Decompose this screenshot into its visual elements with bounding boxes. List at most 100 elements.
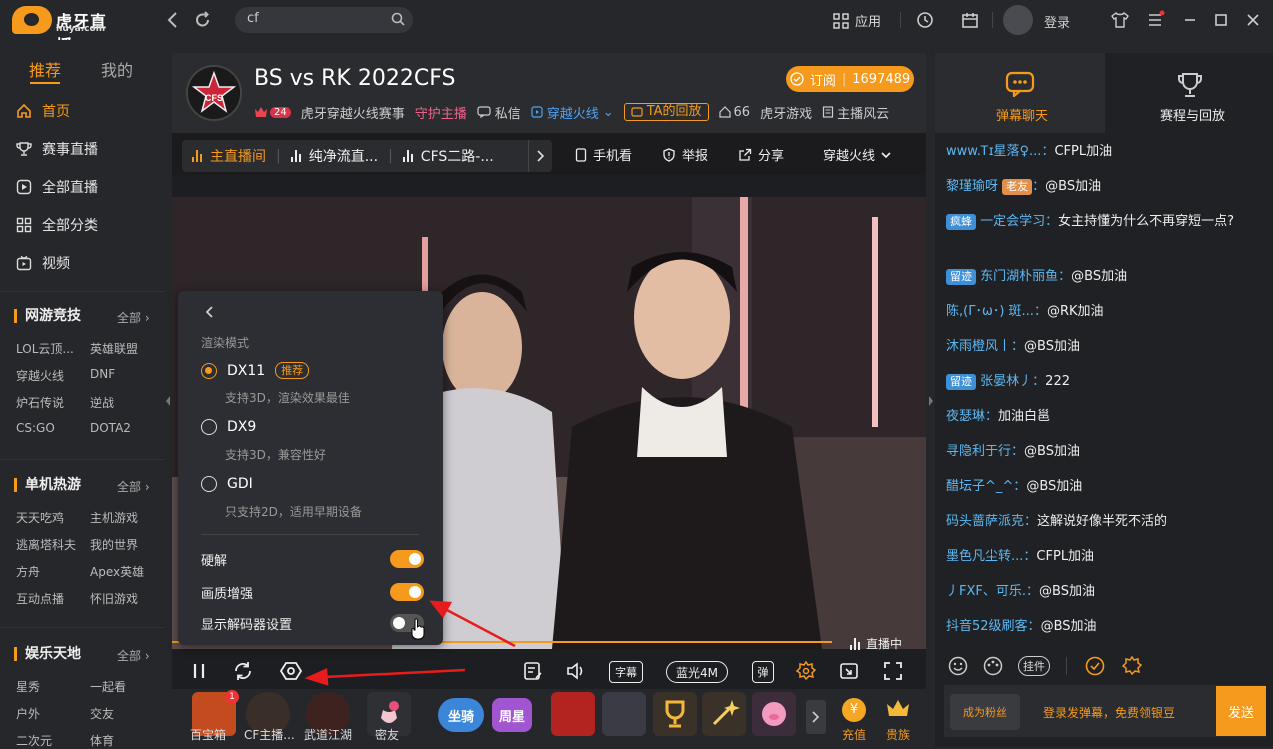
chat-colon: ： [1011, 339, 1025, 354]
chat-colon: ： [1041, 144, 1055, 159]
chat-colon: ： [1032, 374, 1046, 389]
chat-text: @BS加油 [1039, 584, 1095, 599]
chat-text: @BS加油 [1071, 269, 1128, 284]
chat-colon: ： [1032, 179, 1046, 194]
divider [1066, 657, 1067, 675]
chat-message: 沐雨橙风丨：@BS加油 [946, 336, 1261, 358]
chat-message: 抖音52级刷客：@BS加油 [946, 616, 1261, 638]
become-fan-label: 成为粉丝 [963, 706, 1007, 719]
gifts-next-button[interactable] [806, 700, 826, 734]
mount-label: 坐骑 [447, 709, 474, 725]
gift-count-badge: 1 [225, 690, 239, 704]
tab-label: 弹幕聊天 [996, 109, 1049, 124]
chat-message: 夜瑟琳：加油白邕 [946, 406, 1261, 428]
chat-username[interactable]: 醋坛子^_^ [946, 479, 1013, 494]
chat-colon: ： [1013, 479, 1027, 494]
chat-badge: 老友 [1002, 178, 1033, 195]
widget-button[interactable]: 挂件 [1018, 656, 1050, 676]
chat-colon: ： [1033, 304, 1047, 319]
chat-colon: ： [985, 409, 999, 424]
chat-badge: 疯蜂 [946, 213, 976, 230]
chat-colon: ： [1045, 214, 1059, 229]
chat-colon: ： [1023, 549, 1037, 564]
chat-text: @BS加油 [1040, 619, 1097, 634]
chat-colon: ： [1024, 514, 1038, 529]
chat-message: www.Ꭲɪ星落♀...：CFPL加油 [946, 141, 1261, 163]
mount-button[interactable]: 坐骑 [438, 698, 484, 732]
tab-danmu-chat[interactable]: 弹幕聊天 [935, 53, 1105, 133]
gift-label: CF主播... [244, 728, 295, 742]
chat-message: 墨色凡尘转...：CFPL加油 [946, 546, 1261, 568]
chat-badge: 留迹 [946, 373, 976, 390]
chat-text: @BS加油 [1024, 444, 1080, 459]
nobility-label[interactable]: 贵族 [886, 726, 910, 743]
trophy-icon [665, 700, 685, 728]
send-button[interactable]: 发送 [1216, 686, 1266, 736]
chat-username[interactable]: 寻隐利于行 [946, 444, 1011, 459]
chat-text: 这解说好像半死不活的 [1037, 514, 1168, 529]
widget-label: 挂件 [1023, 660, 1045, 673]
weekly-star-label: 周星 [498, 709, 525, 725]
wand-gift[interactable] [702, 692, 746, 736]
collapse-right-icon[interactable] [928, 395, 934, 407]
red-arrow-to-settings [324, 668, 466, 679]
chat-message: 丿FXF、可乐.：@BS加油 [946, 581, 1261, 603]
chat-message: 醋坛子^_^：@BS加油 [946, 476, 1261, 498]
pig-gift[interactable] [752, 692, 796, 736]
fan-settings-icon[interactable] [1121, 655, 1143, 677]
gift-label: 武道江湖 [304, 728, 353, 742]
chat-message: 陈,(Γ･ω･) 斑...：@RK加油 [946, 301, 1261, 323]
chat-colon: ： [1011, 444, 1025, 459]
chat-text: @BS加油 [1024, 339, 1080, 354]
chat-input-placeholder[interactable]: 登录发弹幕，免费领银豆 [1043, 704, 1175, 721]
emoji-smile-icon[interactable] [947, 655, 969, 677]
chat-text: 女主持懂为什么不再穿短一点? [1058, 214, 1235, 229]
chat-message: 寻隐利于行：@BS加油 [946, 441, 1261, 463]
chat-message: 黎瑾瑜呀 老友 ：@BS加油 [946, 176, 1261, 198]
gift-label: 百宝箱 [190, 728, 227, 742]
chat-username[interactable]: 丿FXF、可乐. [946, 584, 1026, 599]
chat-text: 222 [1045, 374, 1070, 389]
placeholder-text: 登录发弹幕，免费领银豆 [1043, 706, 1176, 720]
chat-username[interactable]: 墨色凡尘转... [946, 549, 1023, 564]
tab-label: 赛程与回放 [1160, 109, 1226, 124]
chat-colon: ： [1027, 619, 1041, 634]
chat-username[interactable]: www.Ꭲɪ星落♀... [946, 144, 1041, 159]
gift-item[interactable] [602, 692, 646, 736]
magic-wand-icon [712, 700, 740, 726]
chat-text: @BS加油 [1045, 179, 1102, 194]
fan-badge-icon[interactable] [1084, 655, 1106, 677]
chat-message: 码头蔷萨派克：这解说好像半死不活的 [946, 511, 1261, 533]
chat-username[interactable]: 码头蔷萨派克 [946, 514, 1024, 529]
tab-schedule-replay[interactable]: 赛程与回放 [1105, 53, 1273, 133]
chat-username[interactable]: 陈,(Γ･ω･) 斑... [946, 304, 1034, 319]
trophy-gift[interactable] [653, 692, 697, 736]
chat-badge: 留迹 [946, 268, 976, 285]
chat-colon: ： [1058, 269, 1072, 284]
crown-vip-icon[interactable] [885, 696, 911, 720]
palette-icon[interactable] [982, 655, 1004, 677]
collapse-left-icon[interactable] [165, 395, 171, 407]
chat-text: CFPL加油 [1036, 549, 1095, 564]
red-arrowhead [429, 600, 453, 619]
red-arrowhead [304, 668, 329, 686]
chat-message: 疯蜂 一定会学习：女主持懂为什么不再穿短一点? [946, 211, 1261, 233]
chat-username[interactable]: 夜瑟琳 [946, 409, 985, 424]
chat-text: @BS加油 [1026, 479, 1083, 494]
become-fan-button[interactable]: 成为粉丝 [950, 694, 1020, 730]
send-label: 发送 [1227, 705, 1254, 721]
gift-label: 密友 [375, 728, 400, 742]
recharge-label[interactable]: 充值 [842, 726, 866, 743]
gift-item[interactable] [551, 692, 595, 736]
chat-bubble-icon [1005, 71, 1035, 97]
chat-username[interactable]: 抖音52级刷客 [946, 619, 1028, 634]
weekly-star-button[interactable]: 周星 [492, 698, 532, 732]
yen-coin-icon[interactable]: ¥ [842, 698, 866, 722]
chat-username[interactable]: 张晏林丿 [980, 374, 1032, 389]
pig-icon [762, 702, 786, 726]
chat-username[interactable]: 一定会学习 [980, 214, 1045, 229]
chat-text: CFPL加油 [1054, 144, 1113, 159]
chat-username[interactable]: 黎瑾瑜呀 [946, 179, 998, 194]
chat-username[interactable]: 沐雨橙风丨 [946, 339, 1011, 354]
chat-username[interactable]: 东门湖朴丽鱼 [980, 269, 1058, 284]
